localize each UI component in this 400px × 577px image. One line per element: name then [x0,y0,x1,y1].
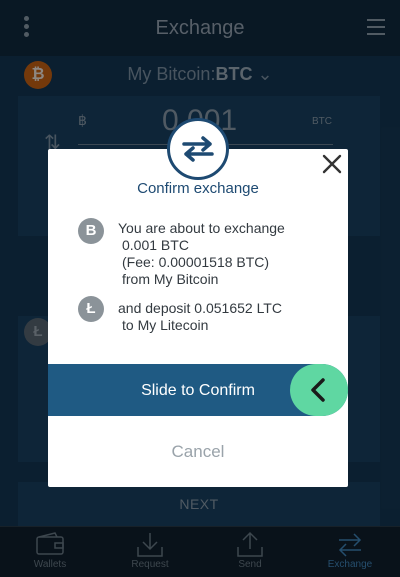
send-source-wallet: from My Bitcoin [122,271,219,287]
chevron-left-icon [311,378,325,402]
send-fee: (Fee: 0.00001518 BTC) [122,254,270,270]
send-amount: 0.001 BTC [122,237,189,253]
slide-handle[interactable] [290,364,348,416]
bitcoin-icon: B [78,218,104,244]
litecoin-icon: Ł [78,296,104,322]
deposit-amount: and deposit 0.051652 LTC [118,300,282,316]
deposit-target-wallet: to My Litecoin [122,317,209,333]
cancel-button[interactable]: Cancel [48,442,348,462]
send-line-1: You are about to exchange [118,220,285,236]
close-icon[interactable] [318,150,346,178]
dialog-title: Confirm exchange [137,180,259,197]
exchange-icon [167,118,229,180]
